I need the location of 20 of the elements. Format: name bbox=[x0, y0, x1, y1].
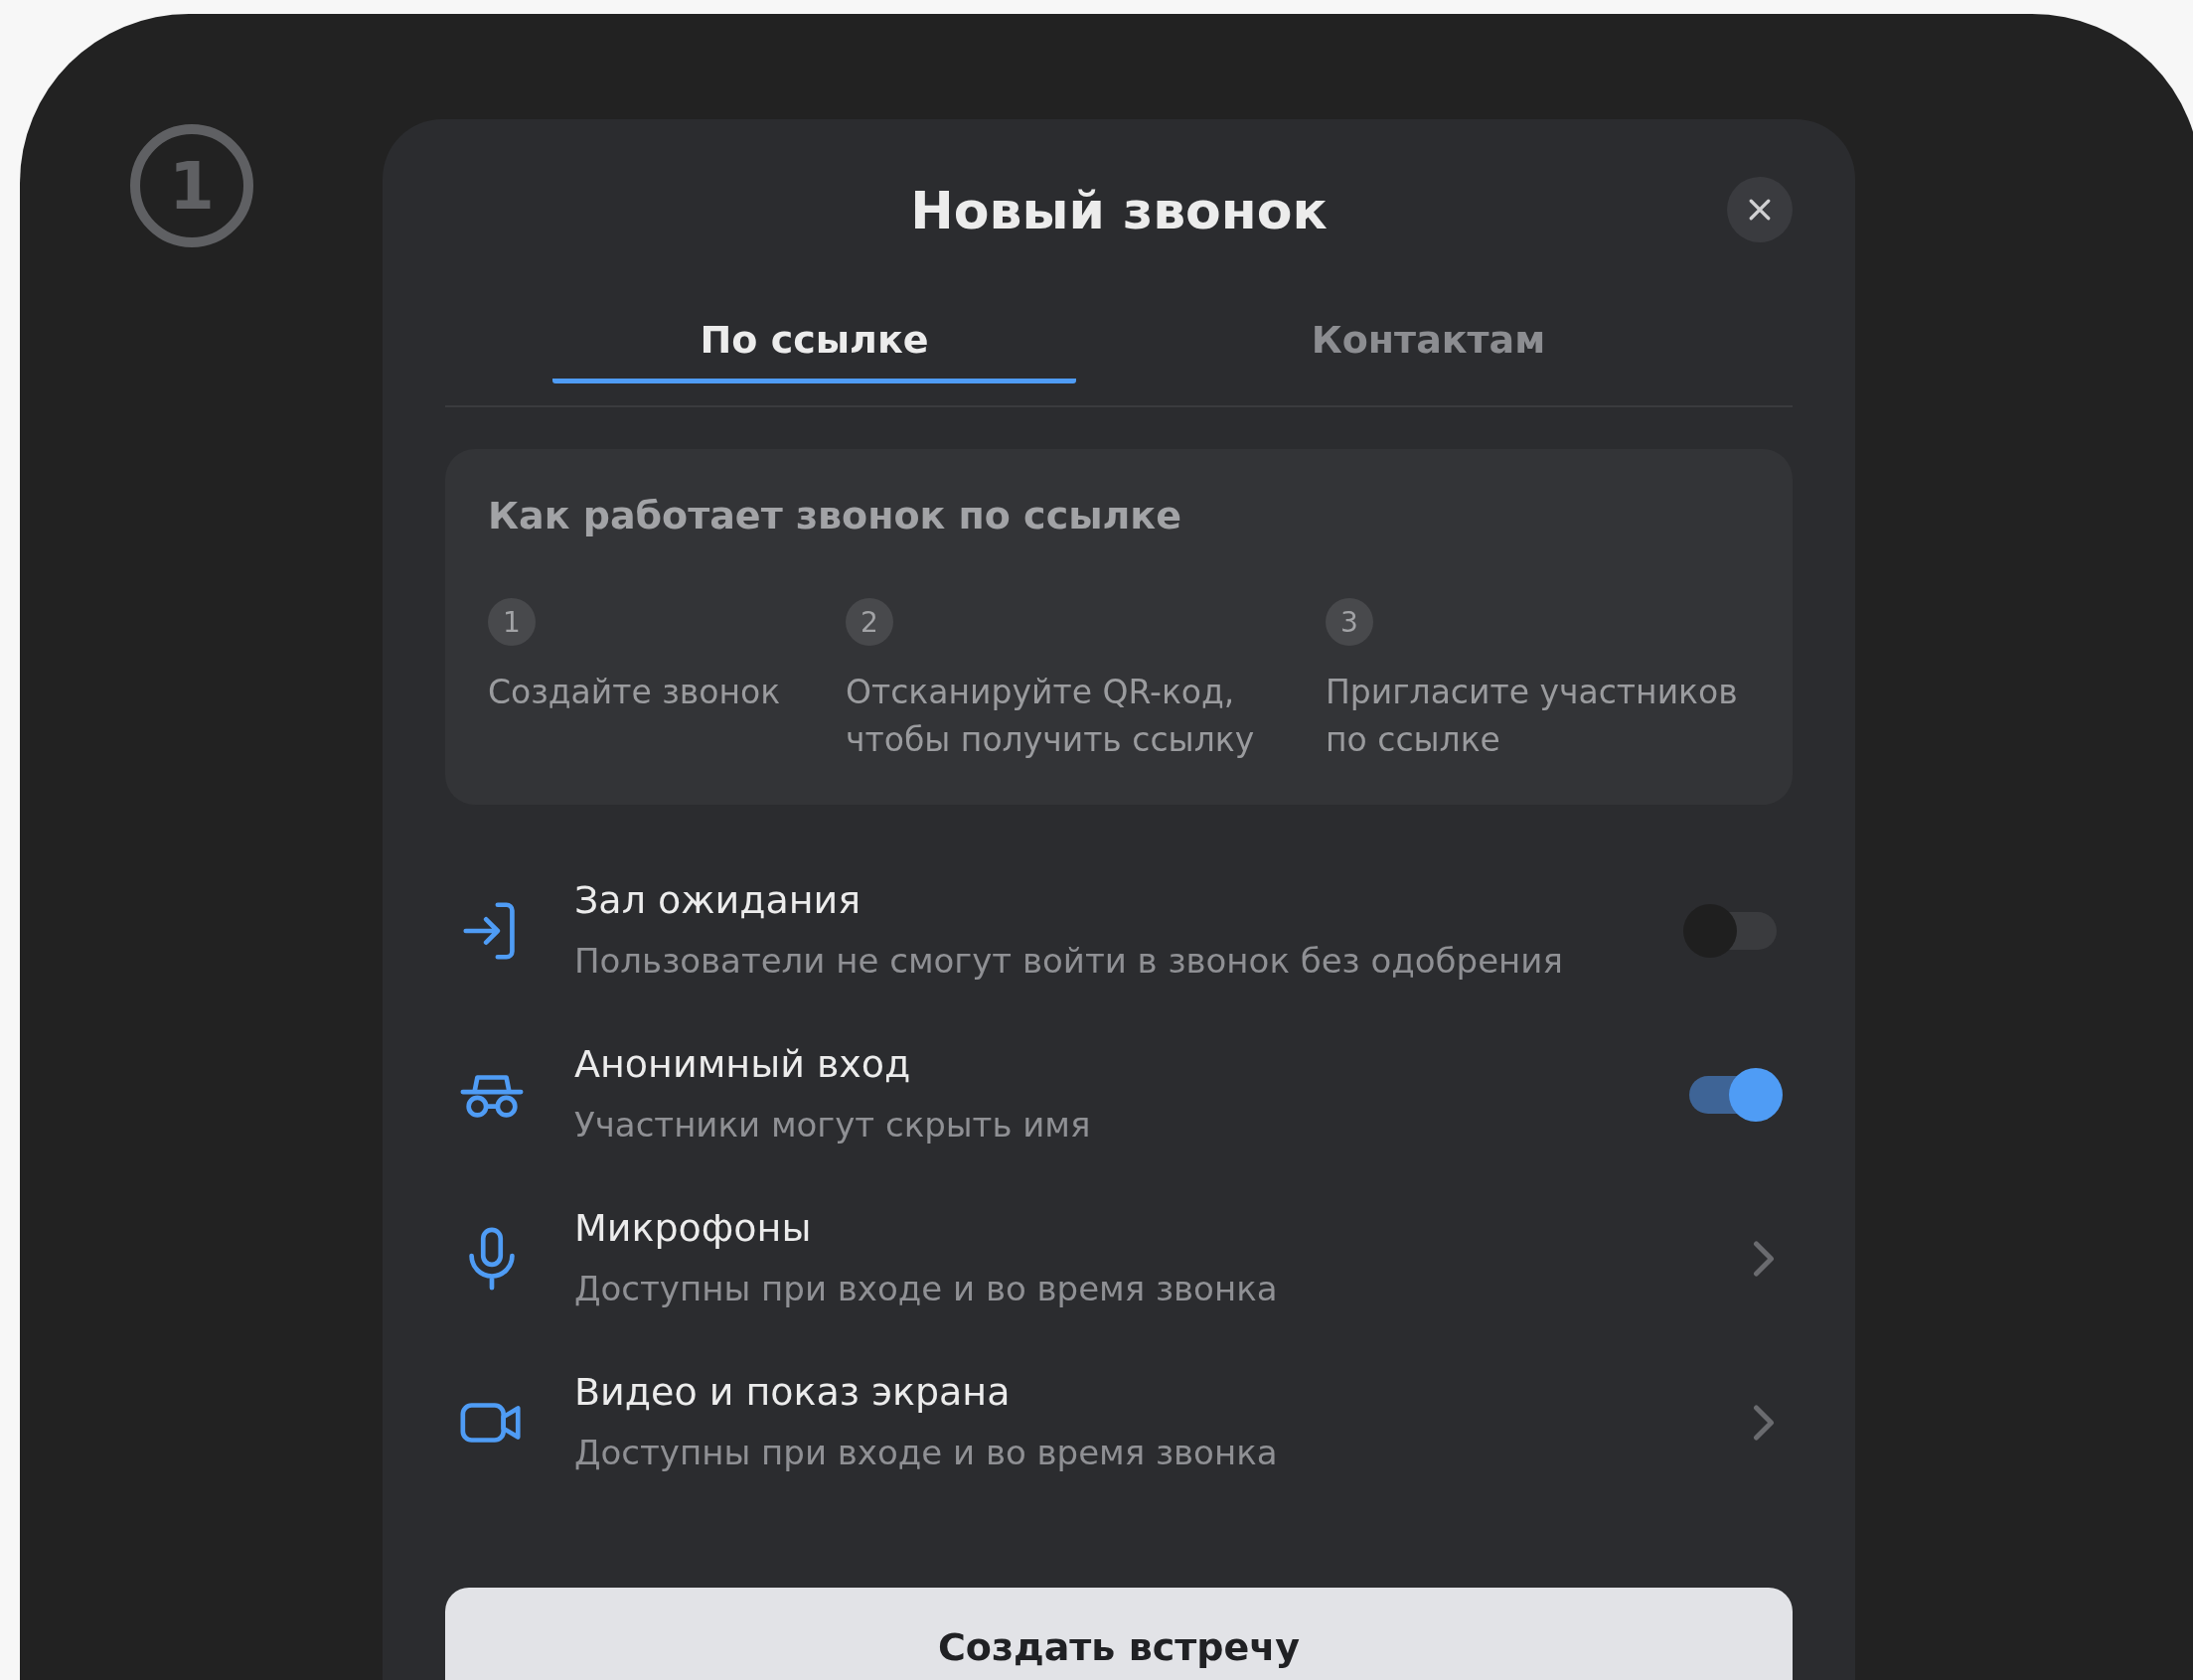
option-subtitle: Доступны при входе и во время звонка bbox=[574, 1432, 1279, 1474]
info-heading: Как работает звонок по ссылке bbox=[488, 493, 1182, 539]
option-subtitle: Участники могут скрыть имя bbox=[574, 1104, 1092, 1146]
step-text: Отсканируйте QR-код, чтобы получить ссылку bbox=[846, 672, 1256, 761]
step-number: 2 bbox=[846, 598, 893, 646]
option-title: Микрофоны bbox=[574, 1205, 813, 1252]
tab[interactable]: По ссылке bbox=[552, 316, 1076, 383]
create-meeting-button[interactable]: Создать встречу bbox=[445, 1588, 1793, 1680]
step-number: 3 bbox=[1326, 598, 1373, 646]
option-subtitle: Пользователи не смогут войти в звонок без одобрения bbox=[574, 940, 1564, 983]
option-title: Видео и показ экрана bbox=[574, 1369, 1012, 1416]
dialog-title: Новый звонок bbox=[910, 180, 1328, 242]
step-number: 1 bbox=[488, 598, 536, 646]
step-text: Пригласите участников по ссылке bbox=[1326, 672, 1739, 761]
step-number-badge: 1 bbox=[130, 124, 253, 247]
option-title: Зал ожидания bbox=[574, 877, 862, 924]
tab[interactable]: Контактам bbox=[1167, 316, 1690, 383]
option-title: Анонимный вход bbox=[574, 1041, 912, 1088]
option-subtitle: Доступны при входе и во время звонка bbox=[574, 1268, 1279, 1310]
step-text: Создайте звонок bbox=[488, 672, 781, 713]
